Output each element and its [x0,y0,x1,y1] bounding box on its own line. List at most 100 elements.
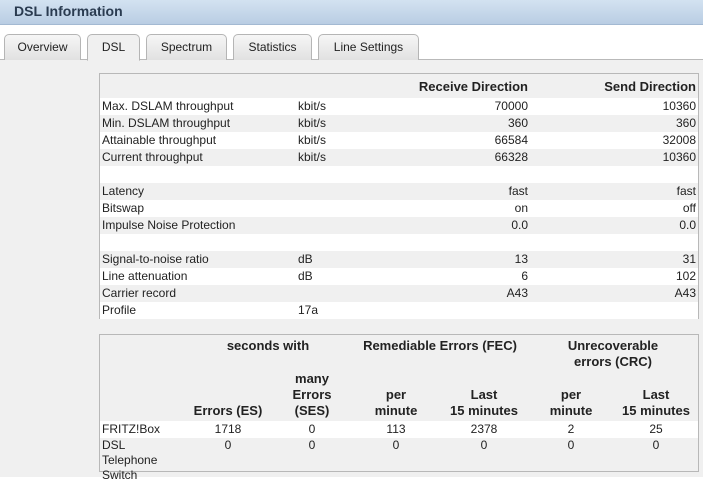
row-receive-value [396,302,530,319]
error-stats-panel: seconds with Remediable Errors (FEC) Unr… [99,334,699,482]
row-send-value: off [682,201,696,215]
row-receive-value: fast [508,184,528,198]
row-send-value: 0.0 [679,218,696,232]
page-title: DSL Information [14,3,123,19]
crc-per-minute-value: 2 [567,422,575,436]
table-row: Bitswap on off [100,200,698,217]
tab-bar: Overview DSL Spectrum Statistics Line Se… [0,25,703,61]
table-row: Max. DSLAM throughput kbit/s 70000 10360 [100,98,698,115]
row-unit [296,200,396,217]
table-row: Min. DSLAM throughput kbit/s 360 360 [100,115,698,132]
row-receive-value: 70000 [494,99,528,113]
ses-value: 0 [308,422,316,436]
row-label: Attainable throughput [102,133,217,147]
row-unit [296,285,396,302]
dsl-values-panel: Receive Direction Send Direction Max. DS… [99,73,699,319]
row-label: Latency [102,184,145,198]
fec-last-15-header: Last 15 minutes [450,387,518,418]
crc-last-15-value: 25 [649,422,663,436]
fec-per-minute-header: per minute [374,387,418,418]
tab-line-settings[interactable]: Line Settings [318,34,419,60]
row-unit: dB [298,269,313,283]
row-receive-value: 13 [514,252,528,266]
send-direction-header: Send Direction [604,79,696,94]
receive-direction-header: Receive Direction [418,79,528,94]
row-unit [296,217,396,234]
row-label: Signal-to-noise ratio [102,252,209,266]
row-unit: kbit/s [298,150,327,164]
row-send-value: A43 [674,286,696,300]
tab-overview[interactable]: Overview [4,34,81,60]
table-row: FRITZ!Box 1718 0 113 2378 2 25 [100,421,698,438]
row-unit: kbit/s [298,99,327,113]
row-send-value: 102 [675,269,696,283]
table-spacer-row [100,234,698,251]
fec-last-15-value: 2378 [470,422,498,436]
row-receive-value: on [514,201,528,215]
row-label: Impulse Noise Protection [102,218,236,232]
ses-value: 0 [308,438,316,452]
title-bar: DSL Information [0,0,703,25]
table-row: Carrier record A43 A43 [100,285,698,302]
row-unit: kbit/s [298,133,327,147]
es-value: 1718 [214,422,242,436]
row-receive-value: 66328 [494,150,528,164]
crc-header: Unrecoverable errors (CRC) [567,338,659,369]
row-label: FRITZ!Box [102,422,161,436]
row-receive-value: 0.0 [511,218,528,232]
content-area: Receive Direction Send Direction Max. DS… [0,60,703,482]
table-row: Impulse Noise Protection 0.0 0.0 [100,217,698,234]
row-label: Current throughput [102,150,203,164]
row-label: Bitswap [102,201,145,215]
table-row: Current throughput kbit/s 66328 10360 [100,149,698,166]
table-row: Attainable throughput kbit/s 66584 32008 [100,132,698,149]
table-spacer-row [100,166,698,183]
tab-spectrum[interactable]: Spectrum [146,34,227,60]
table-row: Profile 17a [100,302,698,319]
tab-dsl[interactable]: DSL [87,34,140,61]
es-header: Errors (ES) [193,403,263,418]
row-receive-value: 360 [507,116,528,130]
tab-statistics[interactable]: Statistics [233,34,312,60]
row-label: Line attenuation [102,269,188,283]
row-unit [296,183,396,200]
row-send-value: 32008 [662,133,696,147]
row-send-value: 10360 [662,150,696,164]
row-label: Carrier record [102,286,177,300]
row-unit: 17a [298,303,319,317]
fec-last-15-value: 0 [480,438,488,452]
sub-header-row: Errors (ES) many Errors (SES) per minute L… [100,371,698,421]
table-row: DSL Telephone Switch 0 0 0 0 0 0 [100,438,698,483]
crc-last-15-header: Last 15 minutes [622,387,690,418]
row-send-value: 10360 [662,99,696,113]
group-header-row: seconds with Remediable Errors (FEC) Unr… [100,335,698,371]
crc-per-minute-header: per minute [549,387,593,418]
row-unit: kbit/s [298,116,327,130]
row-send-value [530,302,698,319]
row-label: Min. DSLAM throughput [102,116,231,130]
fec-per-minute-value: 0 [392,438,400,452]
row-label: Profile [102,303,137,317]
row-label: DSL Telephone Switch [102,438,158,482]
crc-per-minute-value: 0 [567,438,575,452]
table-row: Latency fast fast [100,183,698,200]
row-send-value: fast [676,184,696,198]
row-receive-value: 66584 [494,133,528,147]
es-value: 0 [224,438,232,452]
row-unit: dB [298,252,313,266]
error-stats-table: seconds with Remediable Errors (FEC) Unr… [100,335,698,483]
row-send-value: 360 [675,116,696,130]
table-header-row: Receive Direction Send Direction [100,74,698,98]
crc-last-15-value: 0 [652,438,660,452]
row-label: Max. DSLAM throughput [102,99,234,113]
row-receive-value: 6 [521,269,528,283]
fec-header: Remediable Errors (FEC) [363,338,517,353]
row-send-value: 31 [682,252,696,266]
table-row: Line attenuation dB 6 102 [100,268,698,285]
table-row: Signal-to-noise ratio dB 13 31 [100,251,698,268]
fec-per-minute-value: 113 [386,422,406,436]
ses-header: many Errors (SES) [292,371,332,418]
row-receive-value: A43 [506,286,528,300]
dsl-values-table: Receive Direction Send Direction Max. DS… [100,74,698,319]
seconds-with-header: seconds with [226,338,310,353]
